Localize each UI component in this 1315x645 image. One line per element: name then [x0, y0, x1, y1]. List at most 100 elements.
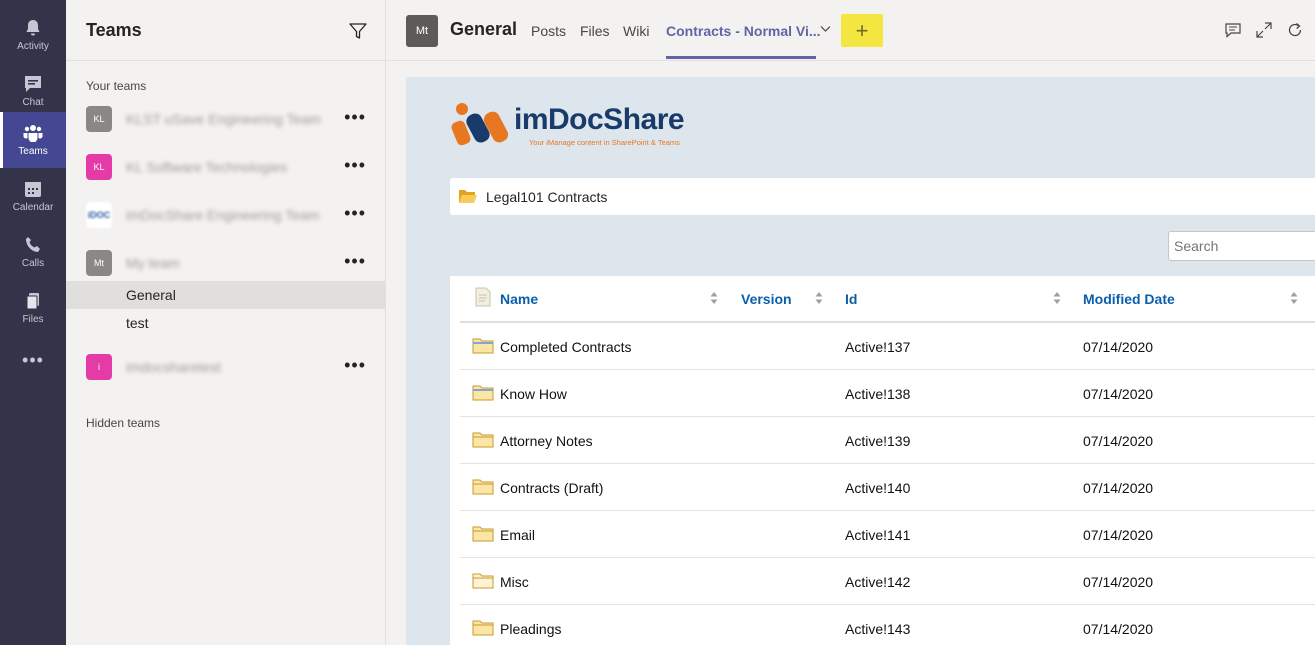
- cell-name[interactable]: Completed Contracts: [500, 339, 632, 355]
- open-folder-icon: [459, 190, 477, 203]
- channel-title: General: [450, 19, 518, 39]
- rail-item-calendar[interactable]: Calendar: [0, 168, 66, 224]
- cell-id: Active!139: [845, 433, 911, 449]
- cell-id: Active!138: [845, 386, 911, 402]
- filter-icon[interactable]: [349, 22, 367, 40]
- sort-icon[interactable]: [710, 291, 718, 305]
- rail-item-chat[interactable]: Chat: [0, 63, 66, 119]
- cell-id: Active!141: [845, 527, 911, 543]
- channel-avatar: Mt: [406, 15, 438, 47]
- cell-modified-date: 07/14/2020: [1083, 339, 1154, 355]
- channel-test[interactable]: test: [66, 309, 386, 337]
- team-row[interactable]: iDOC imDocShare Engineering Team •••: [66, 194, 386, 234]
- bell-icon: [23, 18, 43, 38]
- team-row[interactable]: KL KL Software Technologies •••: [66, 146, 386, 186]
- more-options-icon[interactable]: •••: [344, 107, 366, 128]
- cell-modified-date: 07/14/2020: [1083, 574, 1154, 590]
- app-rail: Activity Chat Teams Calendar Calls Files…: [0, 0, 66, 645]
- logo-mark-icon: [451, 103, 509, 146]
- hidden-teams-label[interactable]: Hidden teams: [86, 416, 160, 430]
- team-avatar: Mt: [86, 250, 112, 276]
- team-name: imdocsharetest: [126, 359, 221, 375]
- rail-label: Calendar: [12, 202, 54, 213]
- search-input[interactable]: [1168, 231, 1315, 261]
- cell-modified-date: 07/14/2020: [1083, 480, 1154, 496]
- channel-header: Mt General Posts Files Wiki Contracts - …: [386, 0, 1315, 61]
- sort-icon[interactable]: [1053, 291, 1061, 305]
- column-header-version[interactable]: Version: [741, 291, 792, 307]
- column-header-modified-date[interactable]: Modified Date: [1083, 291, 1175, 307]
- sort-icon[interactable]: [1290, 291, 1298, 305]
- phone-icon: [23, 235, 43, 255]
- team-name: KLST uSave Engineering Team: [126, 111, 321, 127]
- teams-panel-header: Teams: [66, 0, 385, 61]
- teams-icon: [23, 123, 43, 143]
- rail-item-activity[interactable]: Activity: [0, 7, 66, 63]
- team-avatar: KL: [86, 154, 112, 180]
- breadcrumb: Legal101 Contracts: [450, 178, 1315, 215]
- tab-files[interactable]: Files: [580, 23, 610, 39]
- folder-icon: [472, 479, 494, 495]
- cell-name[interactable]: Email: [500, 527, 535, 543]
- your-teams-label: Your teams: [86, 79, 147, 93]
- more-options-icon[interactable]: •••: [344, 355, 366, 376]
- add-tab-button[interactable]: +: [841, 14, 883, 47]
- rail-label: Files: [22, 314, 44, 325]
- folder-icon: [472, 432, 494, 448]
- imdocshare-logo: imDocShare Your iManage content in Share…: [451, 101, 691, 151]
- rail-item-files[interactable]: Files: [0, 280, 66, 336]
- cell-name[interactable]: Know How: [500, 386, 567, 402]
- conversation-icon[interactable]: [1224, 21, 1242, 39]
- rail-label: Activity: [17, 41, 49, 52]
- team-row[interactable]: i imdocsharetest •••: [66, 346, 386, 386]
- breadcrumb-label[interactable]: Legal101 Contracts: [486, 189, 607, 205]
- tab-contracts[interactable]: Contracts - Normal Vi...: [666, 23, 821, 39]
- cell-name[interactable]: Pleadings: [500, 621, 562, 637]
- cell-modified-date: 07/14/2020: [1083, 527, 1154, 543]
- table-row[interactable]: Attorney Notes Active!139 07/14/2020: [460, 417, 1315, 464]
- logo-tagline: Your iManage content in SharePoint & Tea…: [529, 138, 680, 147]
- table-row[interactable]: Completed Contracts Active!137 07/14/202…: [460, 323, 1315, 370]
- rail-item-calls[interactable]: Calls: [0, 224, 66, 280]
- reload-icon[interactable]: [1286, 21, 1304, 39]
- column-header-name[interactable]: Name: [500, 291, 538, 307]
- more-options-icon[interactable]: •••: [344, 203, 366, 224]
- tab-posts[interactable]: Posts: [531, 23, 566, 39]
- team-avatar: iDOC: [86, 202, 112, 228]
- shared-folder-icon: [472, 385, 494, 401]
- rail-label: Chat: [22, 97, 44, 108]
- team-avatar: i: [86, 354, 112, 380]
- more-options-icon[interactable]: •••: [344, 251, 366, 272]
- sort-icon[interactable]: [815, 291, 823, 305]
- team-row[interactable]: Mt My team •••: [66, 242, 386, 282]
- documents-table: Name Version Id Modified Date Completed …: [450, 276, 1315, 645]
- team-name: My team: [126, 255, 180, 271]
- team-row[interactable]: KL KLST uSave Engineering Team •••: [66, 98, 386, 138]
- team-name: imDocShare Engineering Team: [126, 207, 320, 223]
- teams-panel: Teams Your teams KL KLST uSave Engineeri…: [66, 0, 386, 645]
- table-row[interactable]: Know How Active!138 07/14/2020: [460, 370, 1315, 417]
- chevron-down-icon[interactable]: [820, 22, 831, 36]
- expand-icon[interactable]: [1255, 21, 1273, 39]
- files-icon: [23, 291, 43, 311]
- tab-wiki[interactable]: Wiki: [623, 23, 649, 39]
- calendar-icon: [23, 179, 43, 199]
- tab-content: imDocShare Your iManage content in Share…: [406, 77, 1315, 645]
- column-header-id[interactable]: Id: [845, 291, 857, 307]
- channel-general[interactable]: General: [66, 281, 386, 309]
- folder-icon: [472, 573, 494, 589]
- more-options-icon[interactable]: •••: [344, 155, 366, 176]
- table-row[interactable]: Pleadings Active!143 07/14/2020: [460, 605, 1315, 645]
- cell-id: Active!137: [845, 339, 911, 355]
- cell-name[interactable]: Contracts (Draft): [500, 480, 603, 496]
- more-apps-button[interactable]: •••: [0, 350, 66, 378]
- team-avatar: KL: [86, 106, 112, 132]
- cell-id: Active!142: [845, 574, 911, 590]
- table-row[interactable]: Email Active!141 07/14/2020: [460, 511, 1315, 558]
- shared-folder-icon: [472, 338, 494, 354]
- cell-name[interactable]: Misc: [500, 574, 529, 590]
- table-row[interactable]: Misc Active!142 07/14/2020: [460, 558, 1315, 605]
- rail-item-teams[interactable]: Teams: [0, 112, 66, 168]
- cell-name[interactable]: Attorney Notes: [500, 433, 593, 449]
- table-row[interactable]: Contracts (Draft) Active!140 07/14/2020: [460, 464, 1315, 511]
